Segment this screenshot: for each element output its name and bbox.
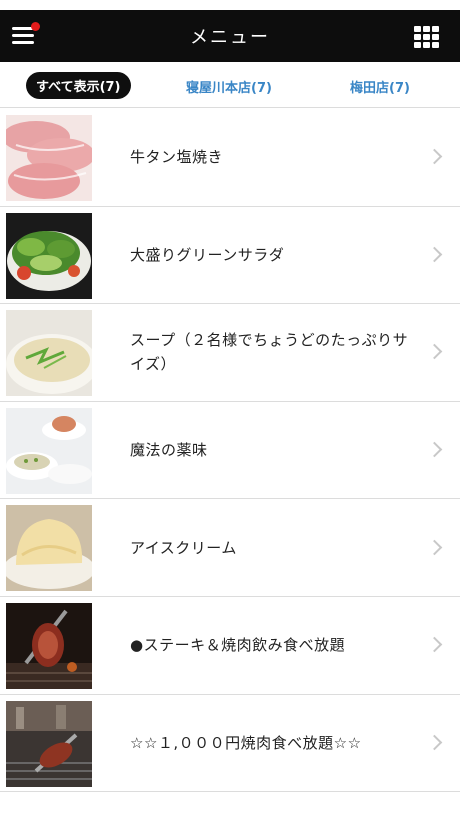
grid-view-button[interactable] <box>414 26 440 48</box>
grid-icon-cell <box>423 34 430 40</box>
list-item[interactable]: 魔法の薬味 <box>0 402 460 500</box>
grid-icon-cell <box>423 42 430 48</box>
menu-item-name: アイスクリーム <box>130 538 237 557</box>
tab-all[interactable]: すべて表示(7) <box>26 72 131 99</box>
yakiniku-photo <box>6 700 92 787</box>
grid-icon-cell <box>432 26 439 32</box>
menu-item-name: 大盛りグリーンサラダ <box>130 245 285 264</box>
hamburger-icon-line <box>12 34 34 37</box>
hamburger-menu-button[interactable] <box>12 22 40 48</box>
list-item[interactable]: スープ（２名様でちょうどのたっぷりサイズ） <box>0 304 460 402</box>
chevron-right-icon <box>426 734 443 751</box>
tab-neyagawa-honten[interactable]: 寝屋川本店(7) <box>186 77 272 96</box>
grid-icon-cell <box>414 34 421 40</box>
chevron-right-icon <box>426 246 443 263</box>
chevron-right-icon <box>426 636 443 653</box>
list-item[interactable]: 大盛りグリーンサラダ <box>0 207 460 305</box>
hamburger-icon-line <box>12 41 34 44</box>
grid-icon-cell <box>432 34 439 40</box>
list-item[interactable]: ☆☆１,０００円焼肉食べ放題☆☆ <box>0 695 460 793</box>
page-title: メニュー <box>190 27 270 48</box>
menu-item-name: 魔法の薬味 <box>130 441 208 460</box>
list-item[interactable]: アイスクリーム <box>0 499 460 597</box>
condiments-photo <box>6 407 92 494</box>
grid-icon-cell <box>423 26 430 32</box>
menu-item-name: 牛タン塩焼き <box>130 148 224 167</box>
beef-tongue-photo <box>6 115 92 201</box>
chevron-right-icon <box>426 539 443 555</box>
menu-item-name: スープ（２名様でちょうどのたっぷりサイズ） <box>130 331 409 374</box>
menu-list: 牛タン塩焼き 大盛りグリーンサラダ スープ（２名様でちょうどのたっぷりサイズ） … <box>0 109 460 793</box>
chevron-right-icon <box>426 149 443 165</box>
menu-item-name: ☆☆１,０００円焼肉食べ放題☆☆ <box>130 733 362 752</box>
soup-photo <box>6 310 92 397</box>
list-item[interactable]: 牛タン塩焼き <box>0 109 460 207</box>
chevron-right-icon <box>426 441 443 458</box>
grid-icon <box>414 26 421 32</box>
notification-dot <box>31 22 40 31</box>
menu-item-name: ●ステーキ＆焼肉飲み食べ放題 <box>130 636 346 655</box>
chevron-right-icon <box>426 344 443 360</box>
green-salad-photo <box>6 212 92 299</box>
grid-icon-cell <box>414 42 421 48</box>
tab-umeda[interactable]: 梅田店(7) <box>350 77 410 96</box>
ice-cream-photo <box>6 505 92 592</box>
list-item[interactable]: ●ステーキ＆焼肉飲み食べ放題 <box>0 597 460 695</box>
top-app-bar: メニュー <box>0 10 460 62</box>
steak-grill-photo <box>6 602 92 689</box>
grid-icon-cell <box>432 42 439 48</box>
store-filter-tabs: すべて表示(7) 寝屋川本店(7) 梅田店(7) <box>0 62 460 108</box>
